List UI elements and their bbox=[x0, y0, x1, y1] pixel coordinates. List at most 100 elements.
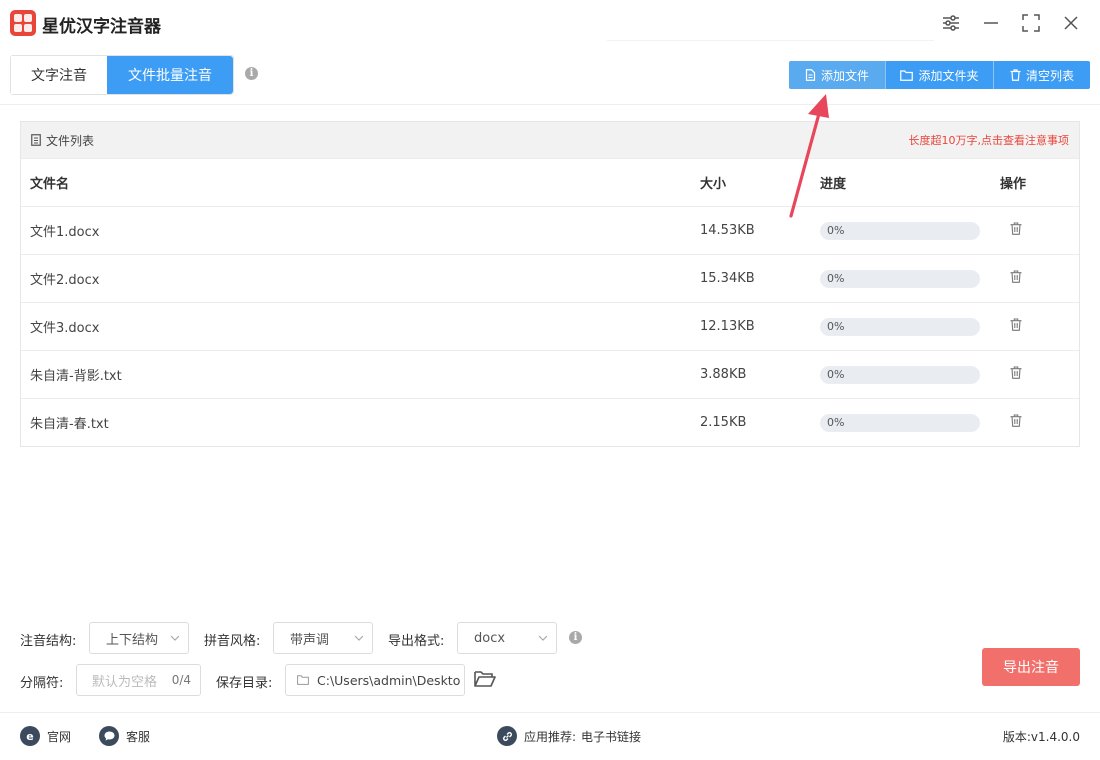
folder-icon bbox=[900, 69, 914, 81]
pointer-arrow-annotation bbox=[789, 94, 829, 218]
export-format-label: 导出格式: bbox=[388, 634, 445, 649]
table-row: 文件2.docx 15.34KB 0% bbox=[21, 254, 1079, 302]
progress-bar: 0% bbox=[820, 365, 980, 384]
table-row: 朱自清-背影.txt 3.88KB 0% bbox=[21, 350, 1079, 398]
progress-bar: 0% bbox=[820, 413, 980, 432]
website-link[interactable]: e 官网 bbox=[20, 726, 71, 746]
trash-icon bbox=[1010, 222, 1022, 235]
progress-cell: 0% bbox=[820, 317, 1000, 336]
app-logo bbox=[10, 10, 36, 36]
file-list-panel: 文件列表 长度超10万字,点击查看注意事项 文件名 大小 进度 操作 文件1.d… bbox=[20, 121, 1080, 447]
file-name: 朱自清-背影.txt bbox=[30, 369, 122, 384]
settings-button[interactable] bbox=[936, 9, 966, 37]
support-label: 客服 bbox=[126, 729, 151, 744]
ebook-link[interactable]: 电子书链接 bbox=[581, 728, 641, 745]
file-list-title-wrap: 文件列表 bbox=[31, 132, 94, 149]
pinyin-style-select[interactable]: 带声调 bbox=[273, 622, 373, 654]
support-link[interactable]: 客服 bbox=[99, 726, 150, 746]
action-cell bbox=[1000, 366, 1079, 383]
separator-char-count: 0/4 bbox=[171, 673, 191, 687]
table-row: 文件3.docx 12.13KB 0% bbox=[21, 302, 1079, 350]
file-list-title: 文件列表 bbox=[46, 133, 95, 148]
export-format-select[interactable]: docx bbox=[457, 622, 557, 654]
footer-bar: e 官网 客服 应用推荐: 电子书链接 版本:v1.4.0.0 bbox=[0, 712, 1100, 760]
pinyin-style-label: 拼音风格: bbox=[204, 634, 261, 649]
delete-row-button[interactable] bbox=[1010, 270, 1022, 287]
file-size: 2.15KB bbox=[700, 415, 747, 430]
ie-icon: e bbox=[20, 726, 40, 746]
progress-bar: 0% bbox=[820, 269, 980, 288]
progress-label: 0% bbox=[827, 367, 845, 381]
clear-list-label: 清空列表 bbox=[1025, 68, 1074, 83]
column-header-action: 操作 bbox=[1000, 177, 1027, 192]
title-blank-field bbox=[607, 7, 934, 41]
add-folder-button[interactable]: 添加文件夹 bbox=[886, 61, 994, 89]
list-icon bbox=[31, 134, 41, 146]
table-row: 文件1.docx 14.53KB 0% bbox=[21, 206, 1079, 254]
file-size: 15.34KB bbox=[700, 271, 755, 286]
column-header-name: 文件名 bbox=[30, 177, 70, 192]
file-name: 文件2.docx bbox=[30, 273, 100, 288]
trash-icon bbox=[1010, 366, 1022, 379]
delete-row-button[interactable] bbox=[1010, 318, 1022, 335]
folder-icon bbox=[297, 675, 309, 685]
separator-input[interactable]: 默认为空格 0/4 bbox=[76, 664, 201, 696]
link-icon bbox=[497, 726, 517, 746]
progress-bar: 0% bbox=[820, 221, 980, 240]
pinyin-style-value: 带声调 bbox=[290, 632, 330, 648]
tab-batch-file-annotation[interactable]: 文件批量注音 bbox=[107, 56, 233, 94]
progress-label: 0% bbox=[827, 319, 845, 333]
progress-label: 0% bbox=[827, 271, 845, 285]
app-recommendation: 应用推荐: 电子书链接 bbox=[497, 726, 641, 746]
table-row: 朱自清-春.txt 2.15KB 0% bbox=[21, 398, 1079, 446]
file-name: 文件1.docx bbox=[30, 225, 100, 240]
delete-row-button[interactable] bbox=[1010, 366, 1022, 383]
save-dir-input[interactable]: C:\Users\admin\Deskto bbox=[285, 664, 465, 696]
delete-row-button[interactable] bbox=[1010, 414, 1022, 431]
file-toolbar: 添加文件 添加文件夹 清空列表 bbox=[789, 61, 1090, 89]
file-icon bbox=[805, 69, 816, 81]
progress-cell: 0% bbox=[820, 221, 1000, 240]
file-size: 12.13KB bbox=[700, 319, 755, 334]
tab-text-annotation[interactable]: 文字注音 bbox=[11, 56, 107, 94]
action-cell bbox=[1000, 318, 1079, 335]
mode-tabs: 文字注音 文件批量注音 bbox=[10, 55, 234, 95]
file-list-header: 文件列表 长度超10万字,点击查看注意事项 bbox=[21, 122, 1079, 158]
chevron-down-icon bbox=[162, 635, 188, 641]
clear-list-button[interactable]: 清空列表 bbox=[994, 61, 1090, 89]
progress-cell: 0% bbox=[820, 365, 1000, 384]
export-format-value: docx bbox=[474, 630, 506, 646]
title-bar: 星优汉字注音器 bbox=[0, 0, 1100, 46]
minimize-button[interactable] bbox=[976, 9, 1006, 37]
export-annotation-button[interactable]: 导出注音 bbox=[982, 648, 1080, 686]
action-cell bbox=[1000, 222, 1079, 239]
add-file-label: 添加文件 bbox=[820, 68, 869, 83]
save-dir-value: C:\Users\admin\Deskto bbox=[317, 672, 461, 688]
info-icon[interactable]: i bbox=[245, 67, 258, 80]
trash-icon bbox=[1010, 270, 1022, 283]
column-header-progress: 进度 bbox=[820, 177, 847, 192]
chevron-down-icon bbox=[346, 635, 372, 641]
progress-cell: 0% bbox=[820, 413, 1000, 432]
add-file-button[interactable]: 添加文件 bbox=[789, 61, 886, 89]
progress-cell: 0% bbox=[820, 269, 1000, 288]
folder-open-icon bbox=[474, 671, 496, 687]
action-cell bbox=[1000, 414, 1079, 431]
browse-folder-button[interactable] bbox=[474, 670, 496, 692]
action-cell bbox=[1000, 270, 1079, 287]
website-label: 官网 bbox=[47, 729, 72, 744]
structure-value: 上下结构 bbox=[106, 632, 159, 648]
maximize-button[interactable] bbox=[1016, 9, 1046, 37]
structure-select[interactable]: 上下结构 bbox=[89, 622, 189, 654]
chevron-down-icon bbox=[530, 635, 556, 641]
recommend-label: 应用推荐: bbox=[524, 729, 577, 744]
file-size: 3.88KB bbox=[700, 367, 747, 382]
trash-icon bbox=[1010, 414, 1022, 427]
length-notice-link[interactable]: 长度超10万字,点击查看注意事项 bbox=[909, 132, 1070, 148]
info-icon[interactable]: i bbox=[569, 631, 582, 644]
delete-row-button[interactable] bbox=[1010, 222, 1022, 239]
header-divider bbox=[0, 104, 1100, 105]
add-folder-label: 添加文件夹 bbox=[918, 68, 979, 83]
trash-icon bbox=[1010, 69, 1021, 81]
close-button[interactable] bbox=[1056, 9, 1086, 37]
